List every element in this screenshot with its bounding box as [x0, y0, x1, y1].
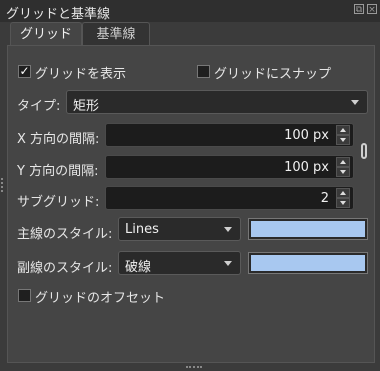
decrement-arrow-icon[interactable]: [336, 167, 350, 177]
type-label: タイプ:: [17, 99, 61, 114]
major-color-swatch[interactable]: [248, 218, 368, 240]
grid-offset-label: グリッドのオフセット: [35, 291, 166, 306]
type-value: 矩形: [73, 99, 100, 114]
major-style-label: 主線のスタイル:: [17, 227, 113, 242]
x-spacing-label: X 方向の間隔:: [17, 132, 100, 147]
chevron-down-icon: [224, 227, 232, 232]
major-style-dropdown[interactable]: Lines: [118, 217, 241, 241]
minor-color-fill: [251, 255, 365, 271]
y-spacing-value: 100 px: [284, 160, 329, 175]
grid-offset-checkbox[interactable]: [18, 289, 31, 302]
snap-grid-checkbox[interactable]: [197, 65, 210, 78]
chain-link-icon[interactable]: [361, 143, 367, 159]
increment-arrow-icon[interactable]: [336, 157, 350, 167]
minor-style-dropdown[interactable]: 破線: [118, 251, 241, 275]
subgrid-label: サブグリッド:: [17, 195, 100, 210]
chevron-down-icon: [351, 100, 359, 105]
close-icon[interactable]: ×: [367, 4, 377, 15]
major-style-value: Lines: [125, 222, 159, 237]
x-spacing-spinbox[interactable]: 100 px: [105, 123, 354, 147]
show-grid-checkbox[interactable]: ✓: [18, 65, 31, 78]
y-spacing-spinbox[interactable]: 100 px: [105, 155, 354, 179]
type-dropdown[interactable]: 矩形: [66, 90, 368, 114]
tab-guides[interactable]: 基準線: [82, 22, 150, 46]
minor-style-label: 副線のスタイル:: [17, 261, 113, 276]
major-color-fill: [251, 221, 365, 237]
float-icon[interactable]: ⧉: [354, 4, 364, 15]
chevron-down-icon: [224, 261, 232, 266]
increment-arrow-icon[interactable]: [336, 125, 350, 135]
subgrid-value: 2: [320, 191, 329, 206]
y-spacing-label: Y 方向の間隔:: [17, 164, 99, 179]
resize-grip-bottom[interactable]: [186, 366, 202, 370]
minor-style-value: 破線: [125, 260, 152, 275]
show-grid-label: グリッドを表示: [35, 67, 127, 82]
snap-grid-label: グリッドにスナップ: [214, 67, 332, 82]
decrement-arrow-icon[interactable]: [336, 198, 350, 208]
resize-grip-left[interactable]: [1, 178, 5, 192]
increment-arrow-icon[interactable]: [336, 188, 350, 198]
decrement-arrow-icon[interactable]: [336, 135, 350, 145]
tab-grid[interactable]: グリッド: [10, 22, 82, 46]
x-spacing-value: 100 px: [284, 128, 329, 143]
window-title: グリッドと基準線: [6, 7, 111, 22]
subgrid-spinbox[interactable]: 2: [105, 186, 354, 210]
title-bar: グリッドと基準線 ⧉ ×: [0, 0, 380, 22]
minor-color-swatch[interactable]: [248, 252, 368, 274]
